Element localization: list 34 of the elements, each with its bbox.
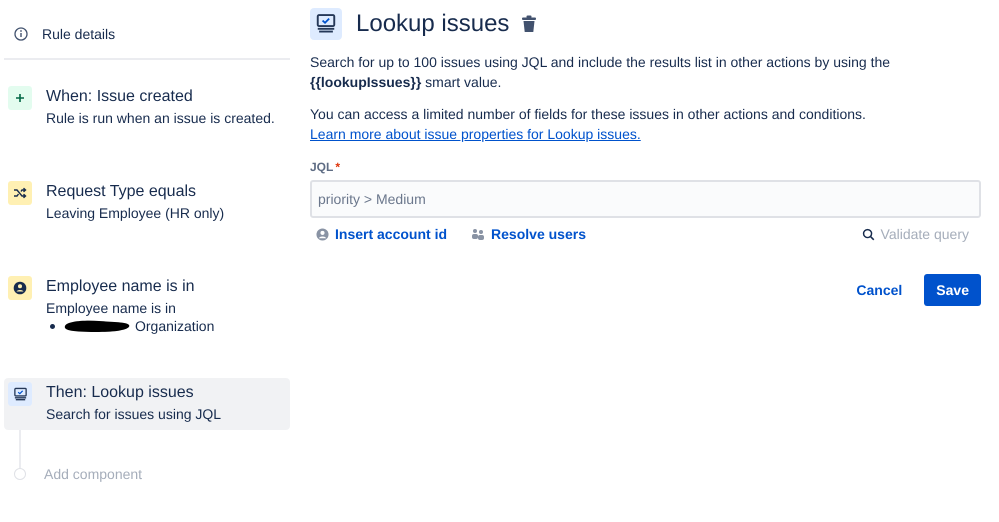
required-mark: * xyxy=(335,160,340,174)
step-title: Then: Lookup issues xyxy=(46,383,195,403)
step-title: Request Type equals xyxy=(46,182,198,202)
plus-icon xyxy=(15,93,25,103)
bullet-text: Organization xyxy=(135,318,214,334)
step-title: When: Issue created xyxy=(46,87,194,107)
step-description: Employee name is in xyxy=(46,299,177,318)
tool-link[interactable]: Resolve users xyxy=(471,226,586,242)
rule-step[interactable]: Then: Lookup issues Search for issues using JQL xyxy=(4,378,290,430)
jql-label: JQL * xyxy=(310,160,342,174)
search-icon xyxy=(862,228,875,240)
step-description: Leaving Employee (HR only) xyxy=(46,204,224,223)
bullet-dot xyxy=(50,324,55,328)
tool-link[interactable]: Insert account id xyxy=(316,226,448,242)
learn-more-link[interactable]: Learn more about issue properties for Lookup issues. xyxy=(310,126,641,142)
step-description: Search for issues using JQL xyxy=(46,405,222,424)
panel-title: Lookup issues xyxy=(356,10,510,38)
description-text: You can access a limited number of fields for these issues in other actions and conditions. Learn more about issue properties for Lookup issues. xyxy=(310,105,867,144)
save-button[interactable]: Save xyxy=(924,274,981,306)
rule-details-link[interactable]: Rule details xyxy=(42,26,116,42)
user-icon xyxy=(316,228,329,240)
monitor-icon xyxy=(12,386,28,402)
trash-icon[interactable] xyxy=(521,15,538,33)
description-text: Search for up to 100 issues using JQL and include the results list in other actions by using the {{lookupIssues}} smart value. xyxy=(310,53,892,92)
add-circle-icon xyxy=(14,468,26,480)
step-title: Employee name is in xyxy=(46,277,196,297)
cancel-button[interactable]: Cancel xyxy=(844,274,914,306)
monitor-icon xyxy=(315,13,337,35)
person-icon xyxy=(13,281,27,295)
info-icon xyxy=(14,27,28,41)
jql-field[interactable]: priority > Medium xyxy=(310,180,981,218)
step-description: Rule is run when an issue is created. xyxy=(46,109,275,128)
people-icon xyxy=(471,228,486,240)
shuffle-icon xyxy=(13,187,27,199)
